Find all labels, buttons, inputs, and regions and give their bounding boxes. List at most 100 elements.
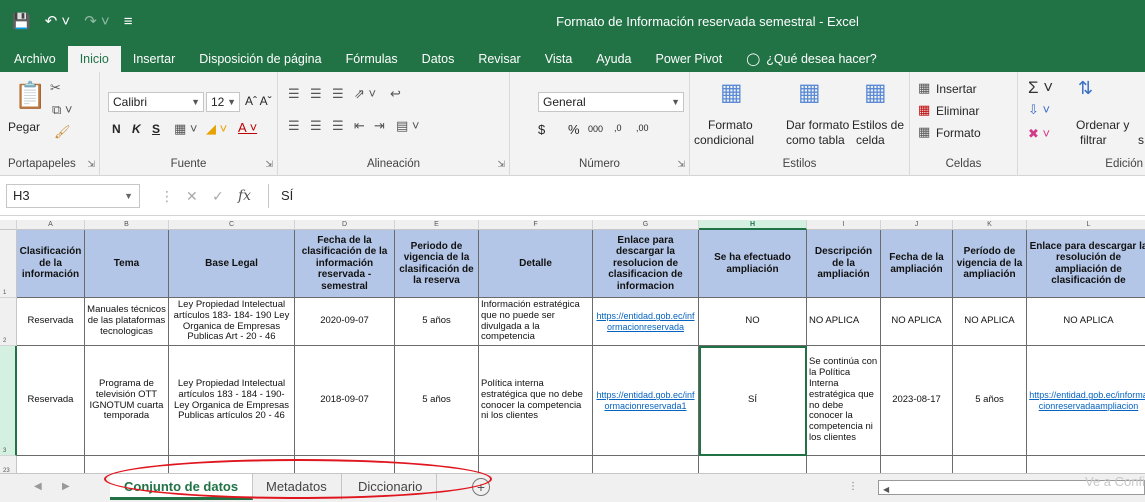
prev-sheet-icon[interactable]: ◀	[34, 481, 42, 492]
fill-color-icon[interactable]: ◢ ˅	[206, 121, 227, 137]
data-cell-d2[interactable]: 2020-09-07	[295, 298, 395, 346]
data-cell-f2[interactable]: Información estratégica que no puede ser…	[479, 298, 593, 346]
format-cells-button[interactable]: Formato	[936, 126, 981, 140]
column-header-a[interactable]: A	[17, 220, 85, 230]
header-cell-c[interactable]: Base Legal	[169, 230, 295, 298]
header-cell-a[interactable]: Clasificación de la información	[17, 230, 85, 298]
data-cell-f3[interactable]: Política interna estratégica que no debe…	[479, 346, 593, 456]
header-cell-i[interactable]: Descripción de la ampliación	[807, 230, 881, 298]
data-cell-c2[interactable]: Ley Propiedad Intelectual artículos 183-…	[169, 298, 295, 346]
data-cell-e3[interactable]: 5 años	[395, 346, 479, 456]
format-as-table-icon[interactable]: ▦	[798, 78, 821, 107]
alignment-launcher-icon[interactable]: ⇲	[497, 159, 505, 170]
cell-styles-icon[interactable]: ▦	[864, 78, 887, 107]
empty-cell-g23[interactable]	[593, 456, 699, 473]
column-header-k[interactable]: K	[953, 220, 1027, 230]
column-header-g[interactable]: G	[593, 220, 699, 230]
underline-button[interactable]: S	[152, 122, 160, 136]
increase-decimal-button[interactable]: ,0	[614, 123, 622, 133]
row-header-1[interactable]: 1	[0, 230, 17, 298]
row-header-2[interactable]: 2	[0, 298, 17, 346]
select-all-corner[interactable]	[0, 220, 17, 230]
data-cell-c3[interactable]: Ley Propiedad Intelectual artículos 183 …	[169, 346, 295, 456]
empty-cell-l23[interactable]	[1027, 456, 1145, 473]
header-cell-b[interactable]: Tema	[85, 230, 169, 298]
data-cell-g3[interactable]: https://entidad.gob.ec/informacionreserv…	[593, 346, 699, 456]
column-header-j[interactable]: J	[881, 220, 953, 230]
data-cell-b3[interactable]: Programa de televisión OTT IGNOTUM cuart…	[85, 346, 169, 456]
next-sheet-icon[interactable]: ▶	[62, 481, 70, 492]
currency-button[interactable]: $	[538, 122, 545, 137]
data-cell-a3[interactable]: Reservada	[17, 346, 85, 456]
format-cells-icon[interactable]: ▦	[918, 124, 930, 140]
data-cell-j3[interactable]: 2023-08-17	[881, 346, 953, 456]
tab-revisar[interactable]: Revisar	[466, 46, 532, 72]
tab-insertar[interactable]: Insertar	[121, 46, 187, 72]
data-cell-e2[interactable]: 5 años	[395, 298, 479, 346]
bold-button[interactable]: N	[112, 122, 121, 136]
column-header-c[interactable]: C	[169, 220, 295, 230]
header-cell-f[interactable]: Detalle	[479, 230, 593, 298]
data-cell-d3[interactable]: 2018-09-07	[295, 346, 395, 456]
clipboard-launcher-icon[interactable]: ⇲	[87, 159, 95, 170]
confirm-formula-icon[interactable]: ✓	[212, 188, 224, 205]
column-header-d[interactable]: D	[295, 220, 395, 230]
font-color-icon[interactable]: A ˅	[238, 120, 257, 135]
align-middle-icon[interactable]: ☰	[310, 86, 322, 102]
thousands-button[interactable]: 000	[588, 124, 603, 134]
align-bottom-icon[interactable]: ☰	[332, 86, 344, 102]
name-box[interactable]: H3 ▼	[6, 184, 140, 208]
data-cell-h3[interactable]: SÍ	[699, 346, 807, 456]
font-size-combo[interactable]: 12 ▼	[206, 92, 240, 112]
spreadsheet-grid[interactable]: A B C D E F G H I J K L 1 2 3 23 Clasificación de la inf…	[0, 220, 1145, 473]
empty-cell-h23[interactable]	[699, 456, 807, 473]
align-left-icon[interactable]: ☰	[288, 118, 300, 134]
header-cell-l[interactable]: Enlace para descargar la resolución de a…	[1027, 230, 1145, 298]
font-launcher-icon[interactable]: ⇲	[265, 159, 273, 170]
row-header-3[interactable]: 3	[0, 346, 17, 456]
increase-indent-icon[interactable]: ⇥	[374, 118, 385, 134]
percent-button[interactable]: %	[568, 122, 580, 137]
header-cell-d[interactable]: Fecha de la clasificación de la informac…	[295, 230, 395, 298]
clear-icon[interactable]: ✖ ˅	[1028, 126, 1050, 142]
tab-inicio[interactable]: Inicio	[67, 46, 121, 72]
empty-cell-c23[interactable]	[169, 456, 295, 473]
cell-styles-line1[interactable]: Estilos de	[852, 118, 904, 132]
merge-center-icon[interactable]: ▤ ˅	[396, 118, 420, 134]
sort-filter-icon[interactable]: ⇅	[1078, 78, 1093, 99]
conditional-format-icon[interactable]: ▦	[720, 78, 743, 107]
scroll-left-icon[interactable]: ◀	[879, 485, 889, 494]
cancel-formula-icon[interactable]: ✕	[186, 188, 198, 205]
sheet-options-icon[interactable]: ⋮	[848, 481, 858, 492]
column-header-l[interactable]: L	[1027, 220, 1145, 230]
sheet-tab-conjunto-de-datos[interactable]: Conjunto de datos	[110, 474, 254, 500]
fill-icon[interactable]: ⇩ ˅	[1028, 102, 1050, 118]
sort-filter-line1[interactable]: Ordenar y	[1076, 118, 1129, 132]
empty-cell-e23[interactable]	[395, 456, 479, 473]
delete-cells-button[interactable]: Eliminar	[936, 104, 979, 118]
data-cell-i3[interactable]: Se continúa con la Política Interna estr…	[807, 346, 881, 456]
number-format-combo[interactable]: General ▼	[538, 92, 684, 112]
conditional-format-line2[interactable]: condicional	[694, 133, 754, 147]
align-center-icon[interactable]: ☰	[310, 118, 322, 134]
column-header-i[interactable]: I	[807, 220, 881, 230]
paste-button[interactable]: Pegar	[8, 120, 40, 134]
tab-formulas[interactable]: Fórmulas	[334, 46, 410, 72]
empty-cell-a23[interactable]	[17, 456, 85, 473]
number-launcher-icon[interactable]: ⇲	[677, 159, 685, 170]
tab-vista[interactable]: Vista	[533, 46, 585, 72]
insert-cells-icon[interactable]: ▦	[918, 80, 930, 96]
empty-cell-d23[interactable]	[295, 456, 395, 473]
tab-power-pivot[interactable]: Power Pivot	[644, 46, 735, 72]
format-as-table-line1[interactable]: Dar formato	[786, 118, 849, 132]
data-cell-i2[interactable]: NO APLICA	[807, 298, 881, 346]
conditional-format-line1[interactable]: Formato	[708, 118, 753, 132]
data-cell-a2[interactable]: Reservada	[17, 298, 85, 346]
column-header-f[interactable]: F	[479, 220, 593, 230]
delete-cells-icon[interactable]: ▦	[918, 102, 930, 118]
data-cell-h2[interactable]: NO	[699, 298, 807, 346]
formula-input[interactable]: SÍ	[268, 184, 1138, 208]
empty-cell-f23[interactable]	[479, 456, 593, 473]
format-as-table-line2[interactable]: como tabla	[786, 133, 845, 147]
autosum-icon[interactable]: Σ ˅	[1028, 78, 1053, 98]
